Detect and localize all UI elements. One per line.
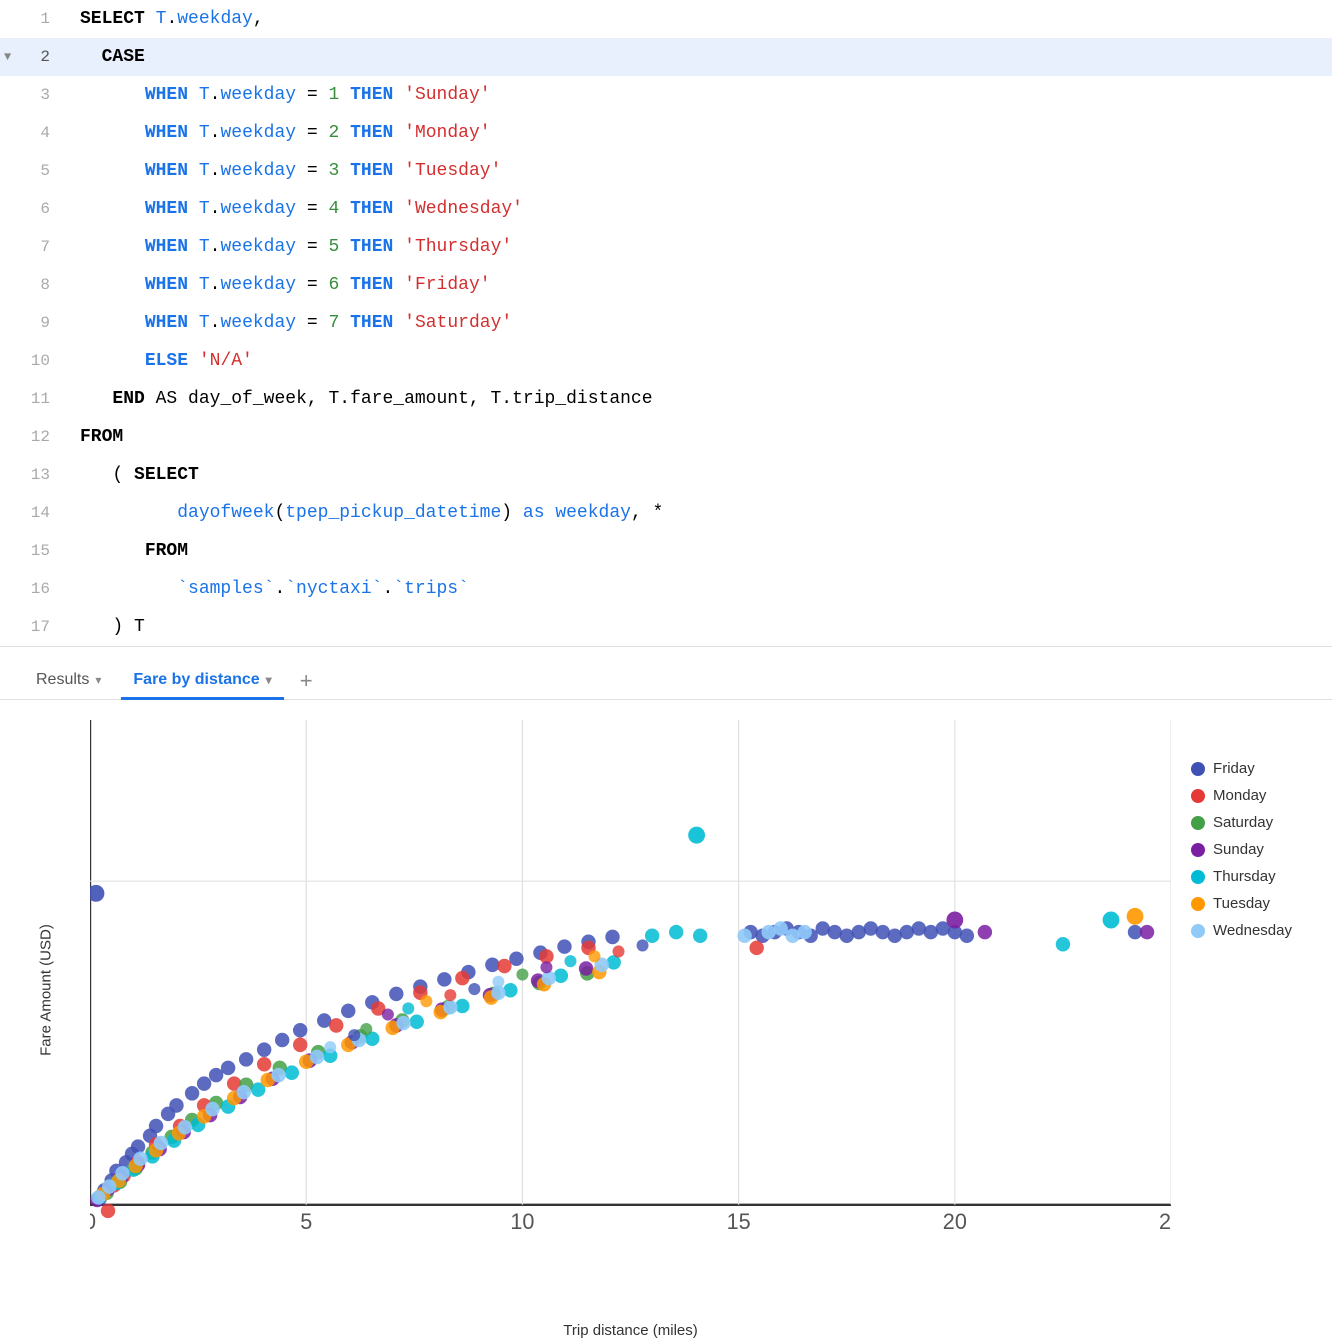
- line-number: 16: [0, 570, 70, 608]
- legend-item-tuesday: Tuesday: [1191, 895, 1292, 912]
- legend-label: Wednesday: [1213, 922, 1292, 939]
- svg-text:5: 5: [300, 1209, 312, 1234]
- legend-label: Friday: [1213, 760, 1255, 777]
- code-line-5: 5 WHEN T.weekday = 3 THEN 'Tuesday': [0, 152, 1332, 190]
- code-line-8: 8 WHEN T.weekday = 6 THEN 'Friday': [0, 266, 1332, 304]
- svg-text:10: 10: [510, 1209, 534, 1234]
- line-number: 9: [0, 304, 70, 342]
- scatter-plot: 0 5 10 15 20 25 0 50: [90, 720, 1171, 1278]
- tab-fare-by-distance[interactable]: Fare by distance ▾: [121, 663, 283, 700]
- svg-text:20: 20: [943, 1209, 967, 1234]
- tabs-bar: Results ▾ Fare by distance ▾ +: [0, 647, 1332, 700]
- line-content: WHEN T.weekday = 3 THEN 'Tuesday': [70, 152, 1332, 190]
- chart-container: Fare Amount (USD) 0 5 10 15 20: [0, 700, 1332, 1280]
- legend-item-sunday: Sunday: [1191, 841, 1292, 858]
- chart-legend: Friday Monday Saturday Sunday Thursday Tuesda…: [1171, 720, 1312, 1260]
- line-number: 3: [0, 76, 70, 114]
- line-content: WHEN T.weekday = 2 THEN 'Monday': [70, 114, 1332, 152]
- add-tab-button[interactable]: +: [292, 664, 321, 698]
- legend-label: Saturday: [1213, 814, 1273, 831]
- code-line-10: 10 ELSE 'N/A': [0, 342, 1332, 380]
- line-number: 13: [0, 456, 70, 494]
- line-content: WHEN T.weekday = 5 THEN 'Thursday': [70, 228, 1332, 266]
- code-line-17: 17 ) T: [0, 608, 1332, 646]
- svg-text:15: 15: [727, 1209, 751, 1234]
- legend-dot: [1191, 789, 1205, 803]
- tab-label: Results: [36, 671, 89, 689]
- legend-item-monday: Monday: [1191, 787, 1292, 804]
- code-line-7: 7 WHEN T.weekday = 5 THEN 'Thursday': [0, 228, 1332, 266]
- line-number: 5: [0, 152, 70, 190]
- line-number: 11: [0, 380, 70, 418]
- line-number: 8: [0, 266, 70, 304]
- line-content: ( SELECT: [70, 456, 1332, 494]
- line-content: END AS day_of_week, T.fare_amount, T.tri…: [70, 380, 1332, 418]
- tab-results[interactable]: Results ▾: [24, 663, 113, 700]
- legend-label: Sunday: [1213, 841, 1264, 858]
- svg-text:0: 0: [90, 1209, 96, 1234]
- legend-dot: [1191, 924, 1205, 938]
- line-content: ) T: [70, 608, 1332, 646]
- code-line-13: 13 ( SELECT: [0, 456, 1332, 494]
- line-number: 6: [0, 190, 70, 228]
- legend-item-friday: Friday: [1191, 760, 1292, 777]
- line-content: ELSE 'N/A': [70, 342, 1332, 380]
- y-axis-label: Fare Amount (USD): [37, 924, 54, 1056]
- line-number: 2: [0, 38, 70, 76]
- line-content: FROM: [70, 532, 1332, 570]
- code-line-3: 3 WHEN T.weekday = 1 THEN 'Sunday': [0, 76, 1332, 114]
- line-number: 4: [0, 114, 70, 152]
- legend-item-saturday: Saturday: [1191, 814, 1292, 831]
- chevron-down-icon: ▾: [95, 673, 101, 687]
- legend-dot: [1191, 870, 1205, 884]
- line-content: SELECT T.weekday,: [70, 0, 1332, 38]
- code-line-11: 11 END AS day_of_week, T.fare_amount, T.…: [0, 380, 1332, 418]
- line-content: CASE: [70, 38, 1332, 76]
- line-content: WHEN T.weekday = 1 THEN 'Sunday': [70, 76, 1332, 114]
- line-number: 12: [0, 418, 70, 456]
- line-number: 17: [0, 608, 70, 646]
- chevron-down-icon: ▾: [266, 673, 272, 687]
- code-line-16: 16 `samples`.`nyctaxi`.`trips`: [0, 570, 1332, 608]
- code-line-4: 4 WHEN T.weekday = 2 THEN 'Monday': [0, 114, 1332, 152]
- chart-inner: 0 5 10 15 20 25 0 50: [90, 720, 1171, 1278]
- code-line-15: 15 FROM: [0, 532, 1332, 570]
- code-line-6: 6 WHEN T.weekday = 4 THEN 'Wednesday': [0, 190, 1332, 228]
- line-content: `samples`.`nyctaxi`.`trips`: [70, 570, 1332, 608]
- legend-label: Thursday: [1213, 868, 1276, 885]
- x-axis-label: Trip distance (miles): [90, 1322, 1171, 1339]
- legend-item-thursday: Thursday: [1191, 868, 1292, 885]
- svg-text:25: 25: [1159, 1209, 1171, 1234]
- code-line-2: 2 CASE: [0, 38, 1332, 76]
- legend-dot: [1191, 843, 1205, 857]
- line-content: WHEN T.weekday = 4 THEN 'Wednesday': [70, 190, 1332, 228]
- tab-label: Fare by distance: [133, 671, 259, 689]
- legend-dot: [1191, 816, 1205, 830]
- line-number: 7: [0, 228, 70, 266]
- legend-dot: [1191, 897, 1205, 911]
- line-number: 15: [0, 532, 70, 570]
- legend-dot: [1191, 762, 1205, 776]
- line-number: 10: [0, 342, 70, 380]
- line-content: WHEN T.weekday = 7 THEN 'Saturday': [70, 304, 1332, 342]
- code-line-1: 1SELECT T.weekday,: [0, 0, 1332, 38]
- line-number: 1: [0, 0, 70, 38]
- line-content: FROM: [70, 418, 1332, 456]
- legend-label: Monday: [1213, 787, 1266, 804]
- code-line-9: 9 WHEN T.weekday = 7 THEN 'Saturday': [0, 304, 1332, 342]
- line-content: WHEN T.weekday = 6 THEN 'Friday': [70, 266, 1332, 304]
- chart-wrapper: Fare Amount (USD) 0 5 10 15 20: [30, 720, 1171, 1260]
- code-line-14: 14 dayofweek(tpep_pickup_datetime) as we…: [0, 494, 1332, 532]
- line-number: 14: [0, 494, 70, 532]
- code-line-12: 12FROM: [0, 418, 1332, 456]
- code-editor: 1SELECT T.weekday,2 CASE3 WHEN T.weekday…: [0, 0, 1332, 647]
- legend-label: Tuesday: [1213, 895, 1270, 912]
- line-content: dayofweek(tpep_pickup_datetime) as weekd…: [70, 494, 1332, 532]
- legend-item-wednesday: Wednesday: [1191, 922, 1292, 939]
